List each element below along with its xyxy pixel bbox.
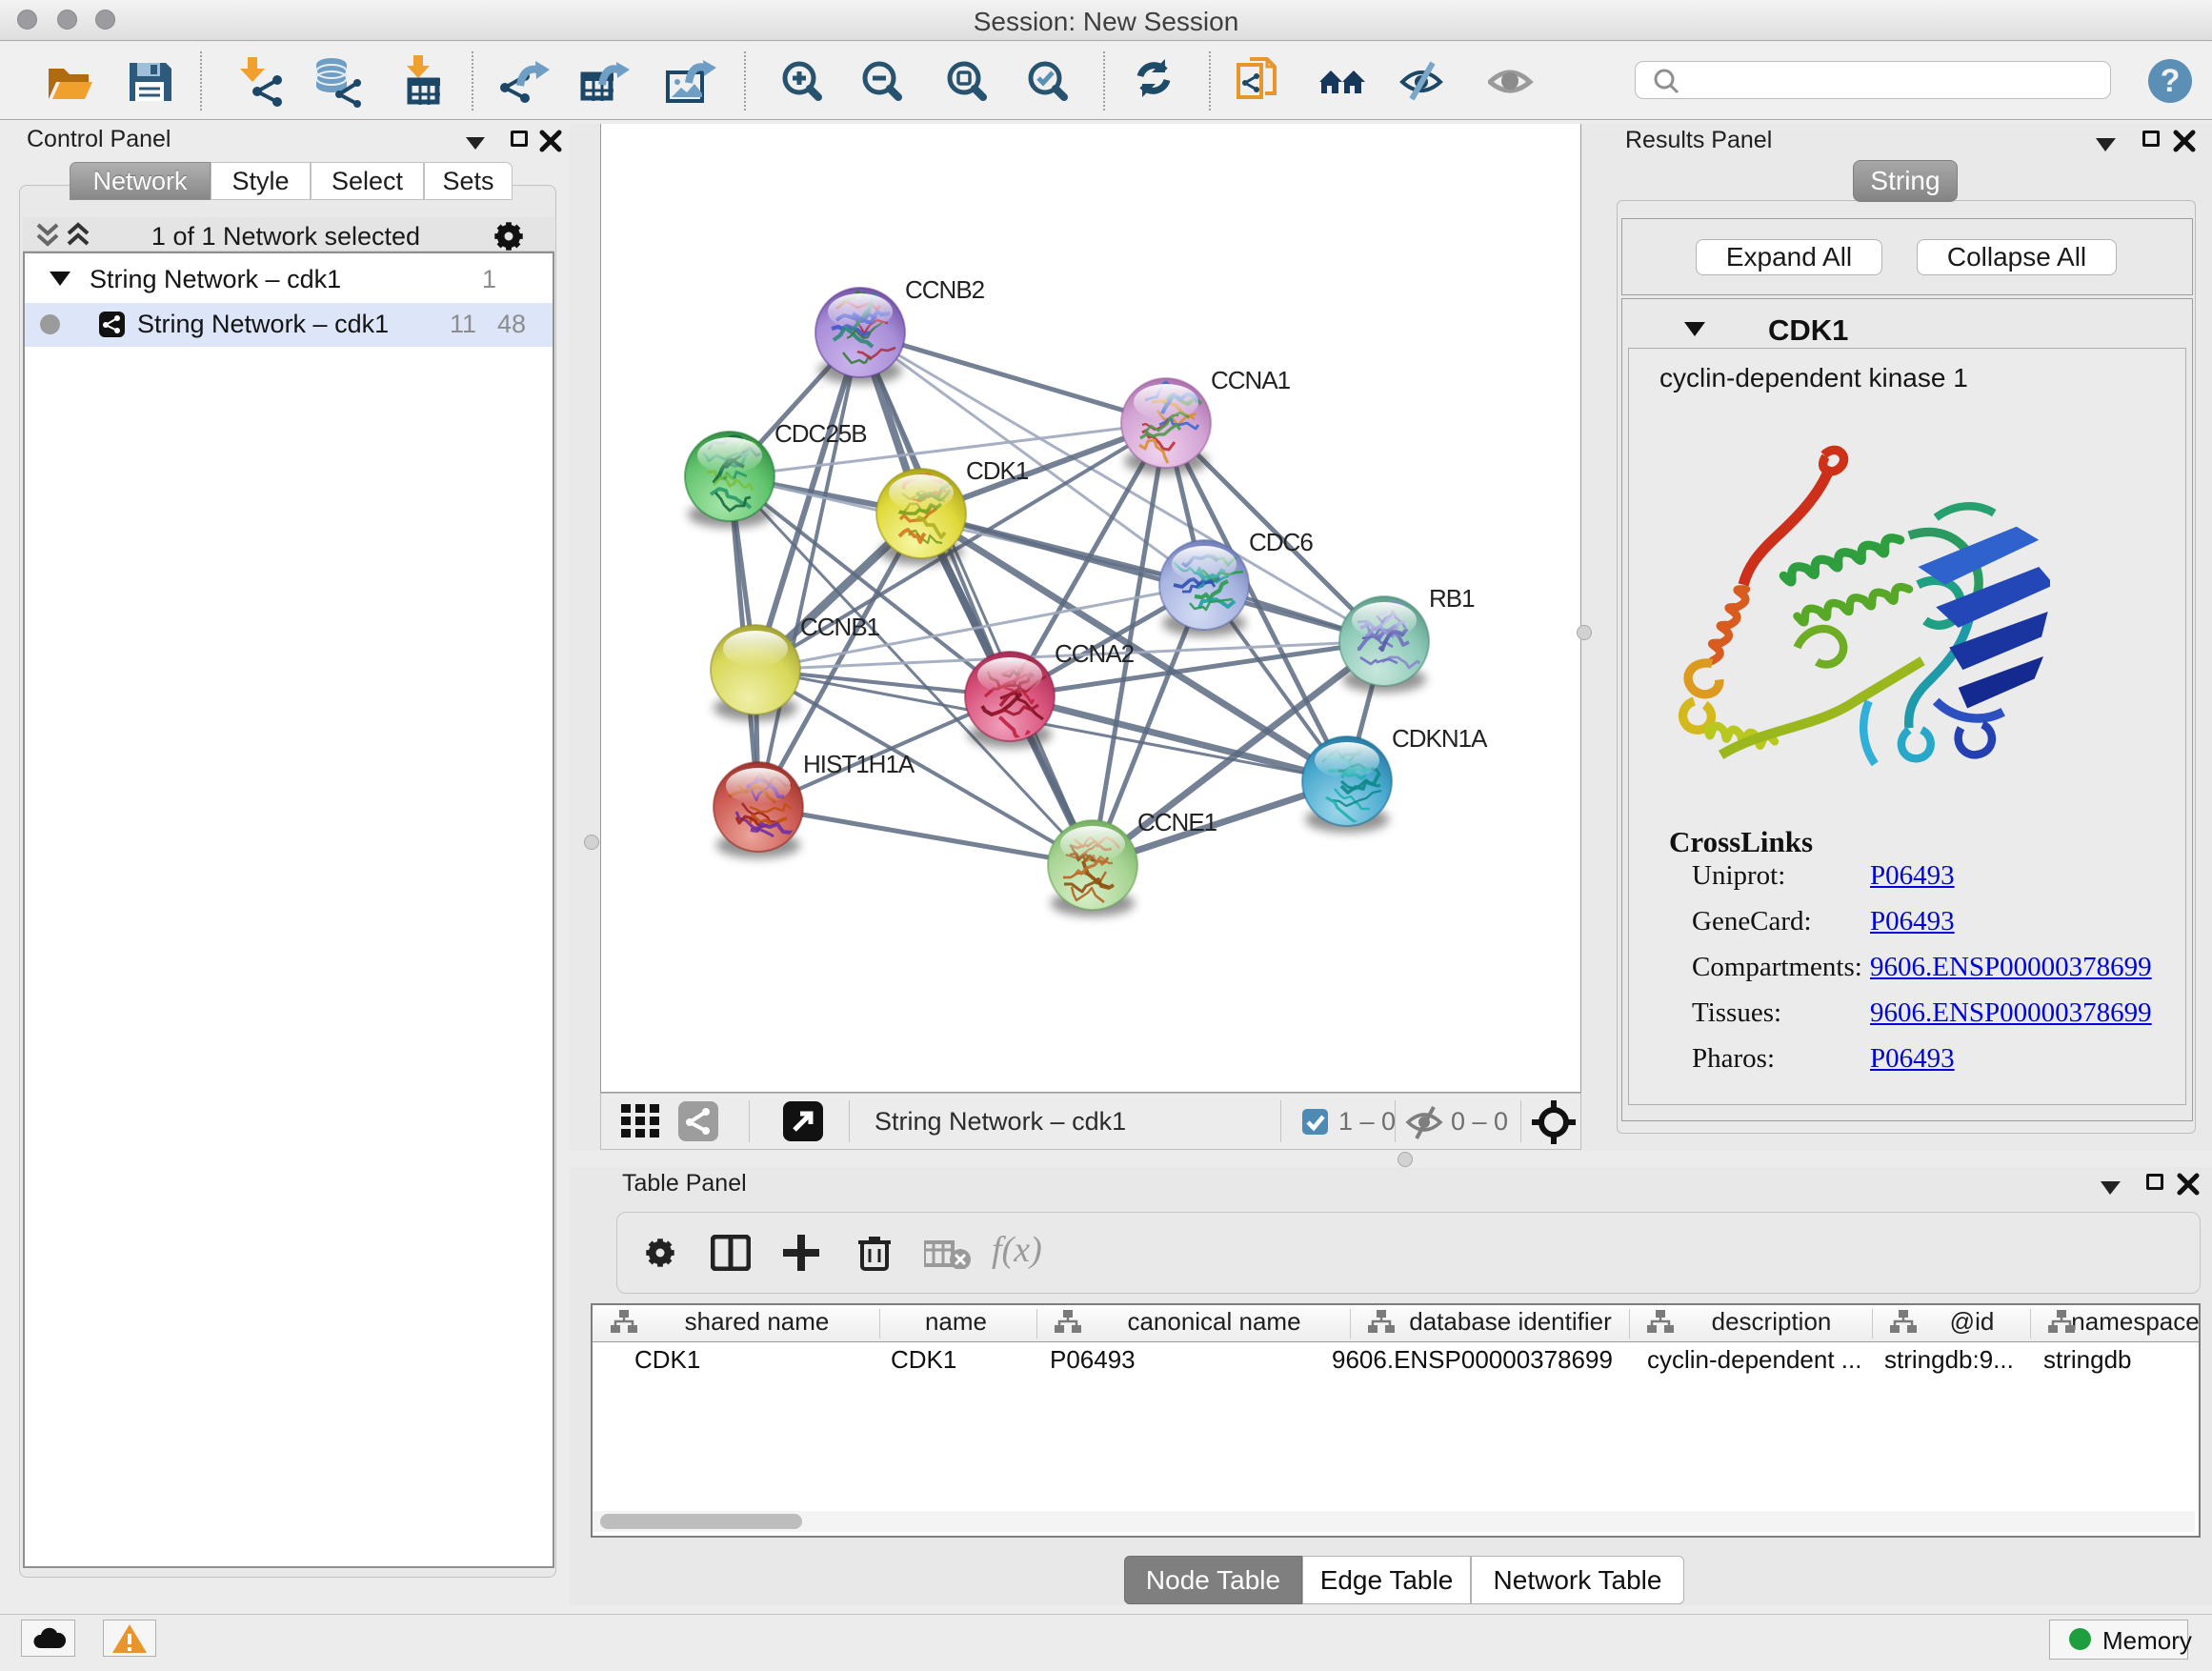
svg-text:CDKN1A: CDKN1A	[1392, 724, 1488, 753]
svg-text:CDK1: CDK1	[966, 456, 1029, 485]
svg-text:RB1: RB1	[1429, 584, 1475, 613]
svg-text:CCNB2: CCNB2	[905, 275, 985, 304]
svg-text:CCNE1: CCNE1	[1137, 808, 1217, 836]
svg-text:CCNA1: CCNA1	[1211, 366, 1291, 394]
svg-text:CDC25B: CDC25B	[774, 419, 867, 448]
svg-text:CCNA2: CCNA2	[1055, 639, 1135, 668]
svg-text:?: ?	[2161, 63, 2181, 99]
svg-text:HIST1H1A: HIST1H1A	[803, 750, 915, 778]
svg-text:CCNB1: CCNB1	[800, 613, 880, 641]
svg-text:CDC6: CDC6	[1249, 528, 1313, 556]
